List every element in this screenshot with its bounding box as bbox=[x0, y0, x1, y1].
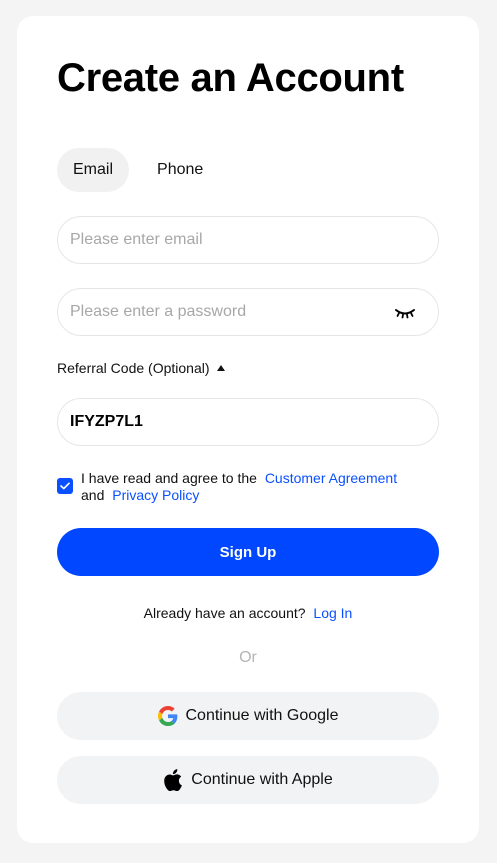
google-icon bbox=[157, 705, 178, 727]
signup-card: Create an Account Email Phone Referral C… bbox=[17, 16, 479, 843]
log-in-link[interactable]: Log In bbox=[313, 605, 352, 621]
continue-with-google-button[interactable]: Continue with Google bbox=[57, 692, 439, 740]
email-field[interactable] bbox=[70, 231, 426, 249]
eye-closed-icon[interactable] bbox=[394, 305, 416, 321]
check-icon bbox=[60, 482, 70, 490]
password-field-wrapper bbox=[57, 288, 439, 336]
referral-code-label: Referral Code (Optional) bbox=[57, 360, 210, 376]
agreement-prefix: I have read and agree to the bbox=[81, 470, 257, 486]
referral-code-input[interactable] bbox=[70, 413, 426, 431]
agreement-and: and bbox=[81, 487, 105, 503]
customer-agreement-link[interactable]: Customer Agreement bbox=[265, 470, 397, 486]
apple-icon bbox=[163, 769, 183, 791]
agreement-checkbox[interactable] bbox=[57, 478, 73, 494]
agreement-text: I have read and agree to the Customer Ag… bbox=[81, 470, 439, 504]
password-field[interactable] bbox=[70, 303, 426, 321]
page-title: Create an Account bbox=[57, 56, 404, 100]
referral-field-wrapper bbox=[57, 398, 439, 446]
email-field-wrapper bbox=[57, 216, 439, 264]
login-prompt: Already have an account? Log In bbox=[57, 605, 439, 621]
signup-method-tabs: Email Phone bbox=[57, 148, 219, 192]
referral-code-toggle[interactable]: Referral Code (Optional) bbox=[57, 360, 225, 376]
tab-email[interactable]: Email bbox=[57, 148, 130, 192]
login-prompt-text: Already have an account? bbox=[143, 605, 306, 621]
or-divider: Or bbox=[239, 649, 257, 666]
agreement-row: I have read and agree to the Customer Ag… bbox=[57, 470, 439, 504]
tab-phone[interactable]: Phone bbox=[141, 148, 219, 192]
privacy-policy-link[interactable]: Privacy Policy bbox=[112, 487, 199, 503]
sign-up-button[interactable]: Sign Up bbox=[57, 528, 439, 576]
apple-button-label: Continue with Apple bbox=[191, 771, 333, 788]
caret-up-icon bbox=[216, 365, 225, 371]
google-button-label: Continue with Google bbox=[185, 707, 339, 724]
continue-with-apple-button[interactable]: Continue with Apple bbox=[57, 756, 439, 804]
